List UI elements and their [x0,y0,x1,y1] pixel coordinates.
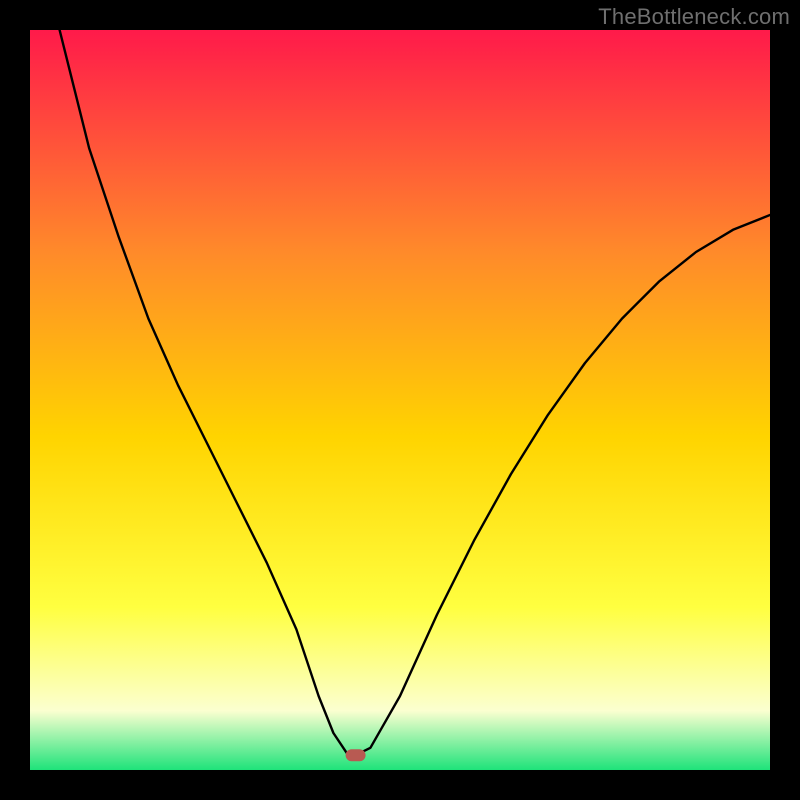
bottleneck-chart [30,30,770,770]
watermark-text: TheBottleneck.com [598,4,790,30]
chart-frame: TheBottleneck.com [0,0,800,800]
optimum-marker [346,749,366,761]
gradient-background [30,30,770,770]
